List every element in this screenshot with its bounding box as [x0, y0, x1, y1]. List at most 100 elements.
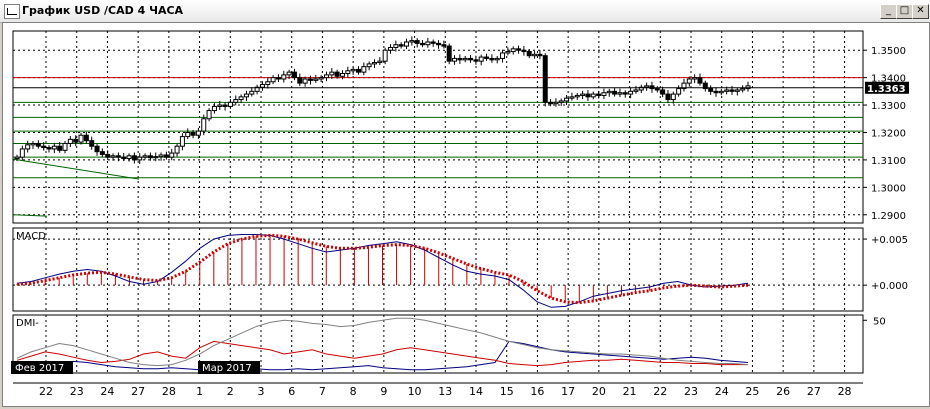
candle-body: [318, 77, 324, 80]
candle-body: [484, 56, 490, 59]
candle-body: [89, 140, 95, 147]
candle-body: [601, 92, 607, 96]
price-axis-label: 1.3500: [871, 46, 906, 57]
x-axis-label: 22: [39, 385, 53, 398]
candle-body: [323, 74, 329, 79]
candle-body: [457, 57, 463, 61]
candle-body: [548, 101, 554, 105]
candle-body: [494, 57, 500, 61]
candle-body: [452, 57, 458, 62]
candle-body: [654, 88, 660, 91]
price-panel: [12, 30, 864, 224]
candle-body: [126, 155, 132, 160]
x-axis-label: 27: [131, 385, 145, 398]
candle-body: [30, 142, 36, 146]
candle-body: [377, 60, 383, 64]
x-axis-label: 26: [776, 385, 790, 398]
price-axis-label: 1.2900: [871, 211, 906, 222]
candle-body: [724, 89, 730, 92]
candle-body: [516, 48, 522, 51]
x-axis-label: 22: [653, 385, 667, 398]
candle-body: [676, 88, 682, 95]
candle-body: [121, 156, 127, 160]
x-axis-label: 23: [684, 385, 698, 398]
candle-body: [174, 145, 180, 154]
macd-title: MACD: [16, 231, 46, 242]
restore-icon[interactable]: □: [896, 4, 913, 19]
window-title-bar: График USD /CAD 4 ЧАСА _ □ ✕: [0, 0, 930, 23]
month-label: Мар 2017: [202, 363, 252, 374]
x-axis-label: 13: [438, 385, 452, 398]
trend-line: [12, 158, 140, 180]
candle-body: [51, 145, 57, 150]
candle-body: [201, 118, 207, 132]
candle-body: [35, 142, 41, 147]
candle-body: [670, 93, 676, 101]
candle-body: [206, 110, 212, 120]
candle-body: [73, 138, 79, 143]
candle-body: [110, 155, 116, 158]
close-icon[interactable]: ✕: [912, 4, 929, 19]
chart-area[interactable]: 1.3500 1.3400 1.3300 1.3200 1.3100 1.3000 1.29…: [2, 22, 930, 407]
minimize-icon[interactable]: _: [880, 4, 897, 19]
macd-axis-label: +0.000: [871, 281, 908, 292]
candle-body: [420, 42, 426, 46]
x-axis-label: 15: [500, 385, 514, 398]
candle-body: [14, 156, 20, 160]
candle-body: [558, 100, 564, 103]
candle-body: [468, 57, 474, 61]
x-axis-label: 7: [319, 385, 326, 398]
dmi-title: DMI-: [16, 318, 39, 329]
candle-body: [355, 68, 361, 73]
price-axis-label: 1.3200: [871, 128, 906, 139]
candle-body: [660, 89, 666, 95]
candle-body: [361, 66, 367, 73]
macd-axis-label: +0.005: [871, 235, 908, 246]
candle-body: [436, 42, 442, 46]
candle-body: [195, 130, 201, 136]
candle-body: [414, 40, 420, 44]
x-axis-label: 17: [561, 385, 575, 398]
candle-body: [628, 90, 634, 95]
candle-body: [105, 153, 111, 158]
candle-body: [334, 71, 340, 77]
x-axis-label: 3: [258, 385, 265, 398]
candle-body: [606, 90, 612, 94]
candle-body: [158, 154, 164, 158]
candle-body: [57, 145, 63, 151]
candle-body: [430, 41, 436, 44]
candle-body: [500, 52, 506, 59]
x-axis-label: 9: [380, 385, 387, 398]
x-axis-label: 8: [350, 385, 357, 398]
candle-body: [542, 55, 548, 103]
candle-body: [350, 68, 356, 72]
candle-body: [99, 151, 105, 155]
current-price-label: 1.3363: [867, 84, 906, 95]
candle-body: [382, 49, 388, 62]
candle-body: [302, 78, 308, 84]
candle-body: [78, 134, 84, 143]
chart-canvas[interactable]: 1.35001.34001.33001.32001.31001.30001.29…: [3, 23, 929, 406]
candle-body: [713, 90, 719, 94]
candle-body: [281, 74, 287, 80]
candle-body: [297, 77, 303, 84]
candle-body: [708, 88, 714, 92]
candle-body: [617, 92, 623, 95]
x-axis-label: 10: [408, 385, 422, 398]
x-axis-label: 2: [227, 385, 234, 398]
candle-body: [265, 81, 271, 85]
candle-body: [388, 46, 394, 51]
candle-body: [19, 148, 25, 158]
x-axis-label: 25: [745, 385, 759, 398]
candle-body: [46, 147, 52, 150]
candle-body: [446, 45, 452, 62]
candle-body: [393, 44, 399, 48]
candle-body: [67, 138, 73, 144]
candle-body: [740, 88, 746, 91]
candle-body: [526, 51, 532, 57]
candle-body: [697, 77, 703, 84]
price-axis-label: 1.3100: [871, 156, 906, 167]
candle-body: [441, 44, 447, 47]
candle-body: [521, 49, 527, 53]
candle-body: [190, 131, 196, 136]
